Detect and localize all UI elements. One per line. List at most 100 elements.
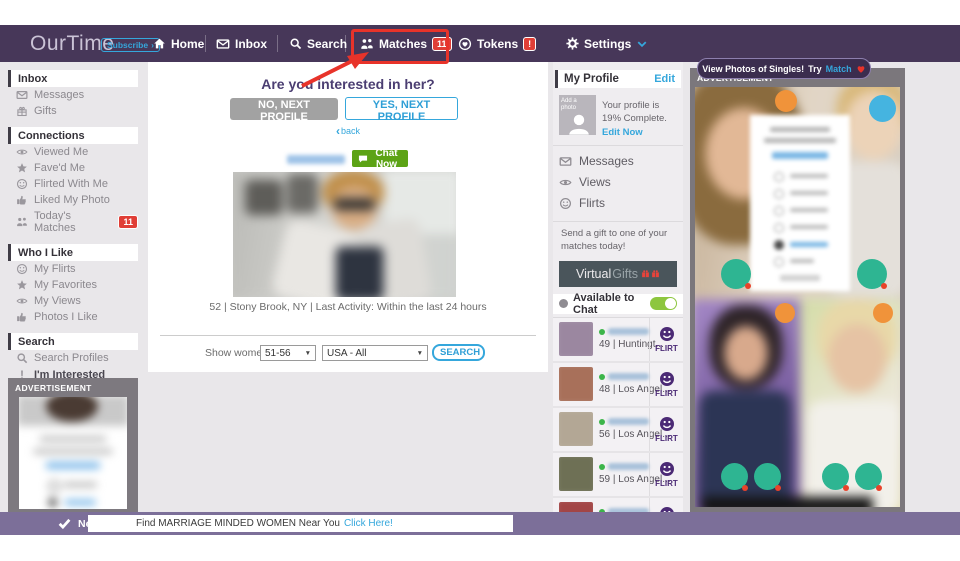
nav-settings[interactable]: Settings <box>566 25 648 62</box>
thumb-up-icon <box>16 194 28 206</box>
nav-separator <box>345 35 346 52</box>
nav-separator <box>277 35 278 52</box>
profile-link-views[interactable]: Views <box>559 172 677 193</box>
tokens-alert-badge: ! <box>523 37 536 51</box>
home-icon <box>153 37 166 50</box>
left-sidebar: Inbox Messages Gifts Connections Viewed … <box>8 62 138 384</box>
flirt-button[interactable]: FLIRT <box>649 408 683 451</box>
online-dot <box>599 419 605 425</box>
ad-offer-card <box>750 115 850 291</box>
eye-icon <box>16 295 28 307</box>
smiley-icon <box>659 416 675 432</box>
online-dot <box>599 329 605 335</box>
blurred-photo-content <box>233 172 456 297</box>
ad-creative <box>19 397 127 509</box>
nav-matches[interactable]: Matches 11 <box>360 25 452 62</box>
match-photo <box>559 367 593 401</box>
flirt-button[interactable]: FLIRT <box>649 453 683 496</box>
footer-message-strip: Find MARRIAGE MINDED WOMEN Near You Clic… <box>88 515 513 532</box>
chevron-down-icon <box>636 38 648 50</box>
todays-matches-badge: 11 <box>118 215 138 229</box>
subscribe-button[interactable]: Subscribe › <box>101 38 160 52</box>
star-icon <box>16 279 28 291</box>
gift-icon <box>16 105 28 117</box>
nav-home[interactable]: Home <box>153 25 204 62</box>
blurred-ad-content <box>19 397 127 509</box>
avatar[interactable]: Add a photo <box>559 95 596 135</box>
footer-bar: Next Steps: Find MARRIAGE MINDED WOMEN N… <box>0 512 960 535</box>
check-icon <box>58 517 71 530</box>
sidebar-item-flirted-with-me[interactable]: Flirted With Me <box>8 176 138 192</box>
sidebar-section-search: Search <box>8 333 138 350</box>
right-ad-panel[interactable]: ADVERTISEMENT <box>690 68 905 512</box>
sidebar-item-viewed-me[interactable]: Viewed Me <box>8 144 138 160</box>
edit-profile-link[interactable]: Edit <box>654 73 675 85</box>
try-match-promo-button[interactable]: View Photos of Singles! Try Match <box>697 58 871 79</box>
age-range-select[interactable]: 51-56 <box>260 345 316 361</box>
thumb-up-icon <box>16 311 28 323</box>
flirt-button[interactable]: FLIRT <box>649 498 683 512</box>
sidebar-item-search-profiles[interactable]: Search Profiles <box>8 350 138 366</box>
search-button[interactable]: SEARCH <box>432 344 485 361</box>
sidebar-item-my-favorites[interactable]: My Favorites <box>8 277 138 293</box>
matches-icon <box>360 37 374 51</box>
blurred-username <box>608 328 649 335</box>
gift-icon <box>641 269 650 278</box>
sidebar-item-gifts[interactable]: Gifts <box>8 103 138 119</box>
match-row[interactable]: 59 | Los Angel... FLIRT <box>553 453 683 498</box>
sidebar-item-my-views[interactable]: My Views <box>8 293 138 309</box>
eye-icon <box>16 146 28 158</box>
nav-separator <box>205 35 206 52</box>
sidebar-item-liked-my-photo[interactable]: Liked My Photo <box>8 192 138 208</box>
speech-bubble-icon <box>358 154 368 164</box>
edit-now-link[interactable]: Edit Now <box>602 127 643 138</box>
match-row[interactable]: 49 | Huntingt... FLIRT <box>553 318 683 363</box>
nav-search[interactable]: Search <box>289 25 347 62</box>
no-next-profile-button[interactable]: NO, NEXT PROFILE <box>230 98 338 120</box>
top-nav-bar: OurTime Subscribe › Home Inbox Search Ma… <box>0 25 960 62</box>
sidebar-item-photos-i-like[interactable]: Photos I Like <box>8 309 138 325</box>
flirt-button[interactable]: FLIRT <box>649 363 683 406</box>
back-link[interactable]: back <box>148 124 548 138</box>
available-toggle[interactable] <box>650 297 677 310</box>
envelope-icon <box>216 37 230 51</box>
match-row[interactable]: 56 | Los Angel... FLIRT <box>553 408 683 453</box>
left-ad-panel[interactable]: ADVERTISEMENT <box>8 378 138 512</box>
match-row[interactable]: 48 | Los Angel... FLIRT <box>553 363 683 408</box>
ad-circle-button <box>775 303 795 323</box>
sidebar-section-who-i-like: Who I Like <box>8 244 138 261</box>
star-icon <box>16 162 28 174</box>
ad-label: ADVERTISEMENT <box>8 378 138 393</box>
match-info: 56 | Los Angel... <box>599 429 649 440</box>
sidebar-item-messages[interactable]: Messages <box>8 87 138 103</box>
sidebar-item-todays-matches[interactable]: Today's Matches 11 <box>8 208 138 236</box>
region-select[interactable]: USA - All <box>322 345 428 361</box>
match-row[interactable]: 54 | Glendale, ... FLIRT <box>553 498 683 512</box>
show-women-label: Show women <box>205 347 268 359</box>
nav-inbox[interactable]: Inbox <box>216 25 267 62</box>
profile-caption: 52 | Stony Brook, NY | Last Activity: Wi… <box>148 301 548 313</box>
heart-icon <box>856 64 866 74</box>
interest-card: Are you interested in her? NO, NEXT PROF… <box>148 62 548 372</box>
matches-list: 49 | Huntingt... FLIRT 48 | Los Angel...… <box>553 317 683 512</box>
yes-next-profile-button[interactable]: YES, NEXT PROFILE <box>345 97 458 120</box>
footer-message: Find MARRIAGE MINDED WOMEN Near You <box>136 518 340 529</box>
ourtime-page: OurTime Subscribe › Home Inbox Search Ma… <box>0 0 960 561</box>
nav-tokens[interactable]: Tokens ! <box>458 25 536 62</box>
smiley-icon <box>659 326 675 342</box>
chat-now-button[interactable]: Chat Now <box>352 150 408 167</box>
sidebar-item-my-flirts[interactable]: My Flirts <box>8 261 138 277</box>
profile-link-flirts[interactable]: Flirts <box>559 193 677 214</box>
online-dot <box>599 464 605 470</box>
gear-icon <box>566 37 579 50</box>
profile-link-messages[interactable]: Messages <box>559 151 677 172</box>
blurred-username <box>287 155 345 164</box>
click-here-link[interactable]: Click Here! <box>344 518 393 529</box>
match-photo <box>559 412 593 446</box>
person-icon <box>566 111 592 135</box>
virtualgifts-banner[interactable]: Virtual Gifts <box>559 261 677 287</box>
sidebar-item-faved-me[interactable]: Fave'd Me <box>8 160 138 176</box>
flirt-button[interactable]: FLIRT <box>649 318 683 361</box>
sidebar-section-connections: Connections <box>8 127 138 144</box>
nav-separator <box>446 35 447 52</box>
